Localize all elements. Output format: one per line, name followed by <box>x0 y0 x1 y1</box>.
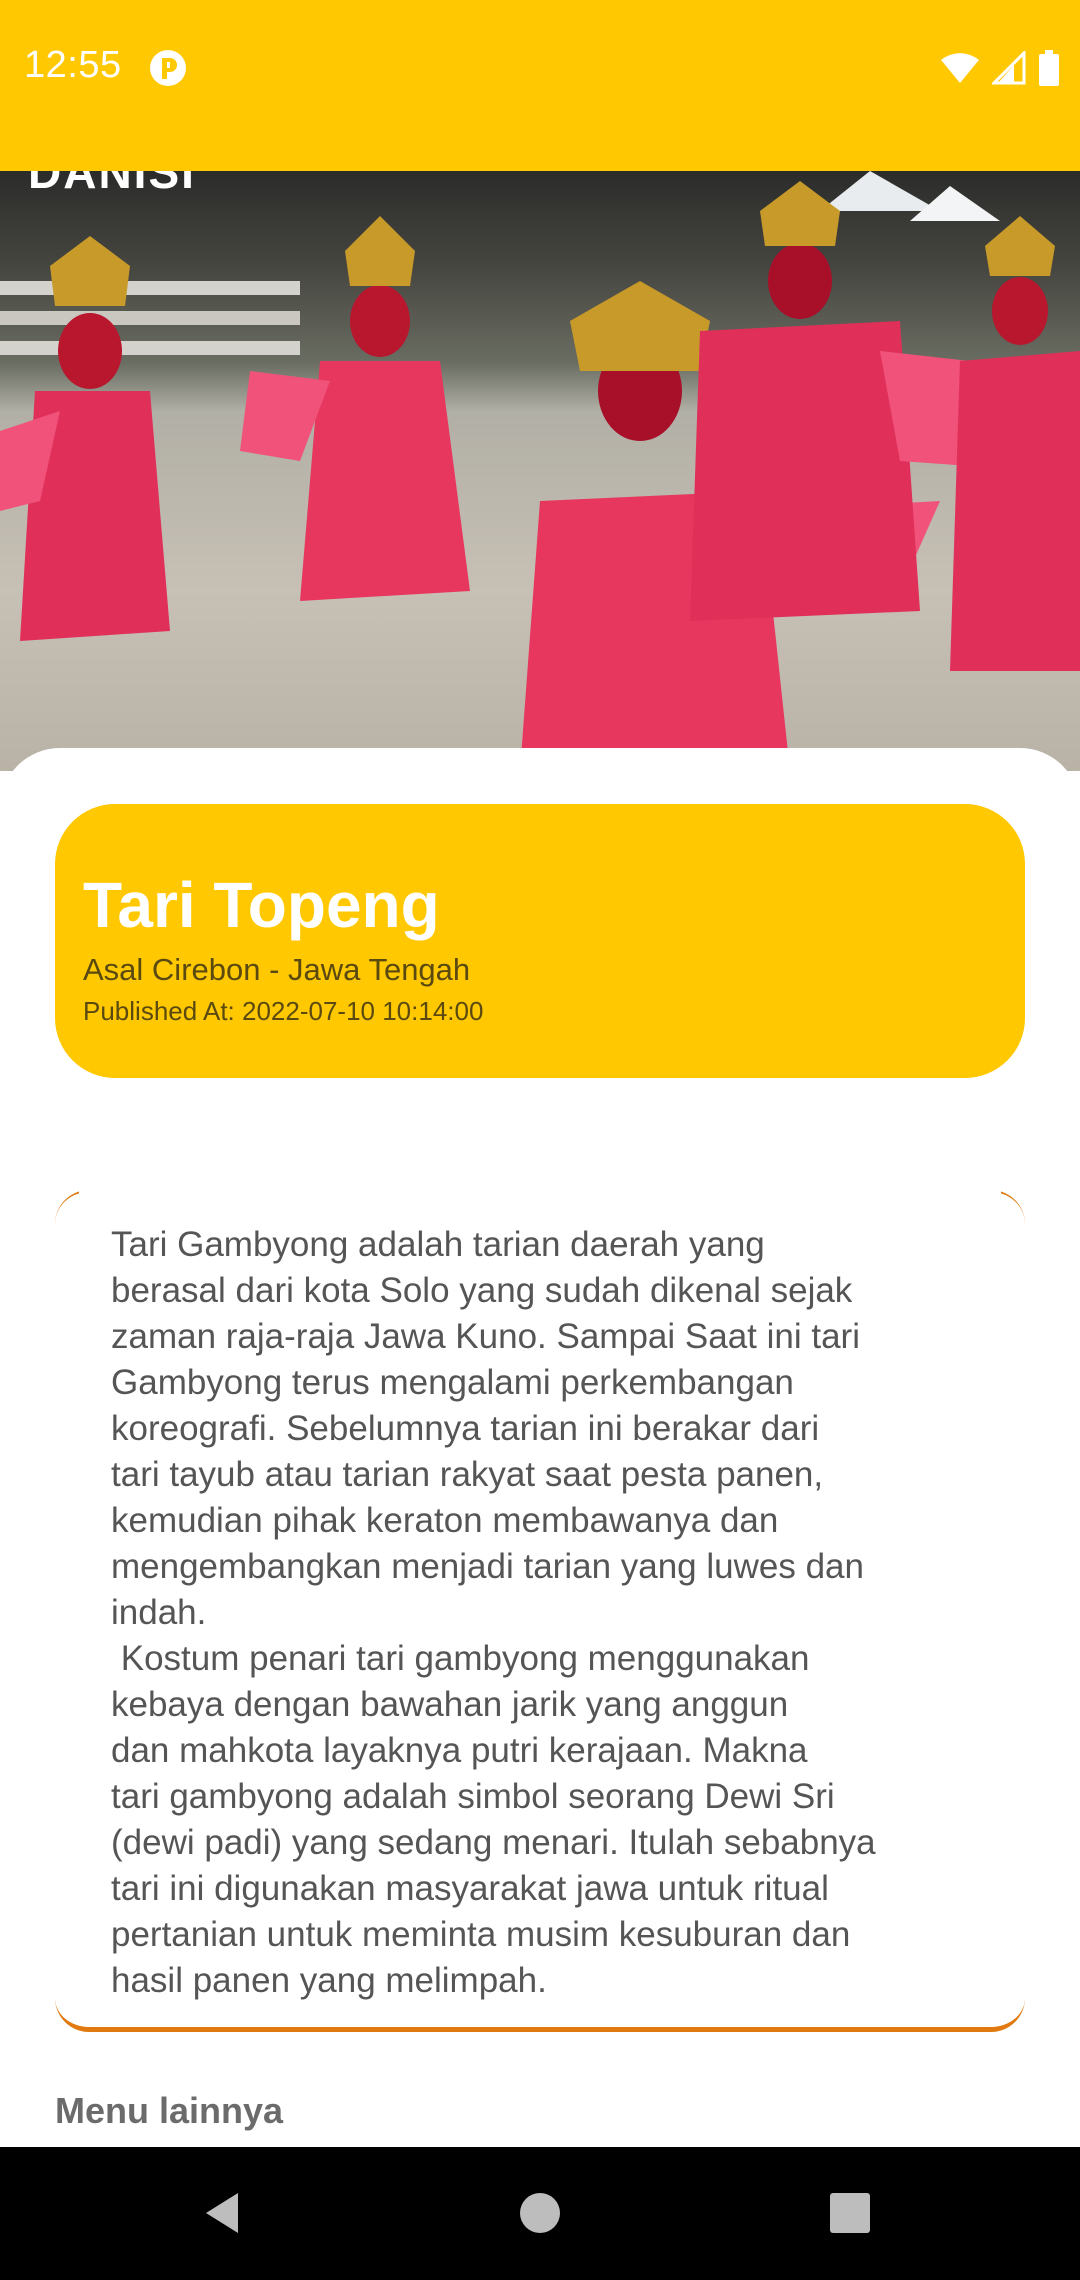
status-icons <box>940 48 1060 88</box>
card-border-gap <box>79 1188 1001 1198</box>
status-bar: 12:55 <box>0 0 1080 171</box>
cellular-signal-icon <box>992 51 1026 85</box>
back-icon[interactable] <box>196 2183 256 2243</box>
app-notification-icon <box>150 50 186 86</box>
recents-icon[interactable] <box>820 2183 880 2243</box>
wifi-icon <box>941 53 979 83</box>
description-text: Tari Gambyong adalah tarian daerah yang … <box>111 1225 876 2000</box>
more-menu-heading: Menu lainnya <box>55 2090 284 2131</box>
battery-icon <box>1039 50 1059 86</box>
description-card: Tari Gambyong adalah tarian daerah yang … <box>55 1188 1025 2032</box>
dance-title: Tari Topeng <box>83 869 440 941</box>
status-time: 12:55 <box>24 44 122 86</box>
app-screen: 12:55 DANISI Tari Topeng Asal Cirebon - … <box>0 0 1080 2280</box>
dancers-illustration <box>0 171 1080 771</box>
published-date: Published At: 2022-07-10 10:14:00 <box>83 996 484 1026</box>
info-card: Tari Topeng Asal Cirebon - Jawa Tengah P… <box>55 804 1025 1078</box>
dance-origin: Asal Cirebon - Jawa Tengah <box>83 952 471 987</box>
hero-image: DANISI <box>0 171 1080 771</box>
home-icon[interactable] <box>510 2183 570 2243</box>
navigation-bar <box>0 2147 1080 2280</box>
